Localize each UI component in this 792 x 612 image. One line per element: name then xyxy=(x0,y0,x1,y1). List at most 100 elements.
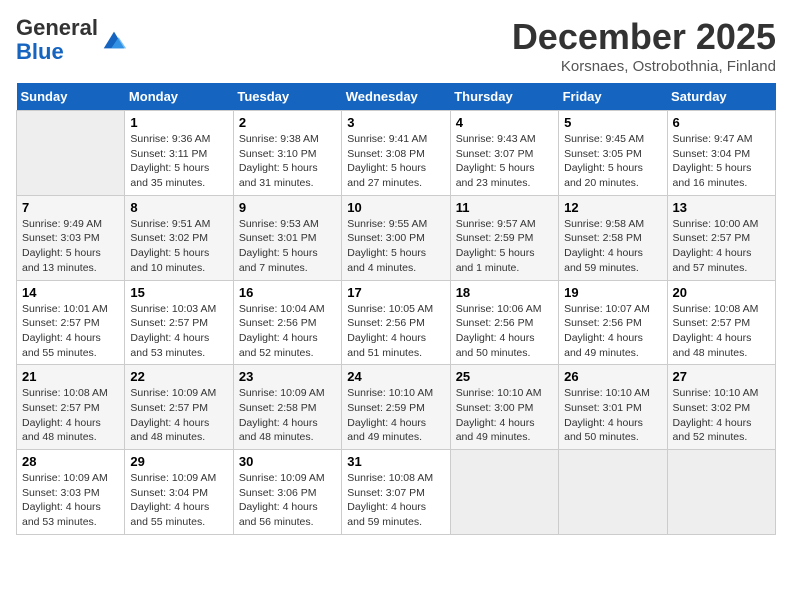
day-info: Sunrise: 10:01 AM Sunset: 2:57 PM Daylig… xyxy=(22,302,119,361)
day-info: Sunrise: 10:06 AM Sunset: 2:56 PM Daylig… xyxy=(456,302,553,361)
month-title: December 2025 xyxy=(512,16,776,58)
calendar-cell: 13 Sunrise: 10:00 AM Sunset: 2:57 PM Dayl… xyxy=(667,195,775,280)
weekday-header-row: SundayMondayTuesdayWednesdayThursdayFrid… xyxy=(17,83,776,111)
calendar-cell: 4Sunrise: 9:43 AM Sunset: 3:07 PM Daylig… xyxy=(450,111,558,196)
day-info: Sunrise: 9:47 AM Sunset: 3:04 PM Dayligh… xyxy=(673,132,770,191)
calendar-cell: 15 Sunrise: 10:03 AM Sunset: 2:57 PM Dayl… xyxy=(125,280,233,365)
day-number: 9 xyxy=(239,200,336,215)
calendar-cell: 20 Sunrise: 10:08 AM Sunset: 2:57 PM Dayl… xyxy=(667,280,775,365)
weekday-header-friday: Friday xyxy=(559,83,667,111)
calendar-cell: 31Sunrise: 10:08 AM Sunset: 3:07 PM Dayl… xyxy=(342,450,450,535)
calendar-week-5: 28Sunrise: 10:09 AM Sunset: 3:03 PM Dayl… xyxy=(17,450,776,535)
day-info: Sunrise: 10:07 AM Sunset: 2:56 PM Daylig… xyxy=(564,302,661,361)
day-number: 19 xyxy=(564,285,661,300)
calendar-cell: 18Sunrise: 10:06 AM Sunset: 2:56 PM Dayl… xyxy=(450,280,558,365)
day-info: Sunrise: 10:09 AM Sunset: 2:57 PM Daylig… xyxy=(130,386,227,445)
logo-icon xyxy=(100,26,128,54)
day-info: Sunrise: 9:51 AM Sunset: 3:02 PM Dayligh… xyxy=(130,217,227,276)
day-number: 5 xyxy=(564,115,661,130)
calendar-cell: 11 Sunrise: 9:57 AM Sunset: 2:59 PM Dayli… xyxy=(450,195,558,280)
calendar-cell: 9 Sunrise: 9:53 AM Sunset: 3:01 PM Daylig… xyxy=(233,195,341,280)
calendar-cell: 23 Sunrise: 10:09 AM Sunset: 2:58 PM Dayl… xyxy=(233,365,341,450)
calendar-cell: 10 Sunrise: 9:55 AM Sunset: 3:00 PM Dayli… xyxy=(342,195,450,280)
day-number: 14 xyxy=(22,285,119,300)
day-info: Sunrise: 10:08 AM Sunset: 2:57 PM Daylig… xyxy=(22,386,119,445)
day-info: Sunrise: 10:10 AM Sunset: 3:01 PM Daylig… xyxy=(564,386,661,445)
calendar-cell: 16Sunrise: 10:04 AM Sunset: 2:56 PM Dayl… xyxy=(233,280,341,365)
calendar-cell: 24Sunrise: 10:10 AM Sunset: 2:59 PM Dayl… xyxy=(342,365,450,450)
calendar-cell: 29 Sunrise: 10:09 AM Sunset: 3:04 PM Dayl… xyxy=(125,450,233,535)
day-info: Sunrise: 9:45 AM Sunset: 3:05 PM Dayligh… xyxy=(564,132,661,191)
day-number: 13 xyxy=(673,200,770,215)
calendar-cell: 12Sunrise: 9:58 AM Sunset: 2:58 PM Dayli… xyxy=(559,195,667,280)
day-number: 23 xyxy=(239,369,336,384)
day-info: Sunrise: 9:53 AM Sunset: 3:01 PM Dayligh… xyxy=(239,217,336,276)
calendar-cell: 25 Sunrise: 10:10 AM Sunset: 3:00 PM Dayl… xyxy=(450,365,558,450)
calendar-cell: 6 Sunrise: 9:47 AM Sunset: 3:04 PM Daylig… xyxy=(667,111,775,196)
day-info: Sunrise: 9:41 AM Sunset: 3:08 PM Dayligh… xyxy=(347,132,444,191)
weekday-header-sunday: Sunday xyxy=(17,83,125,111)
day-number: 24 xyxy=(347,369,444,384)
day-number: 2 xyxy=(239,115,336,130)
day-info: Sunrise: 9:57 AM Sunset: 2:59 PM Dayligh… xyxy=(456,217,553,276)
page-header: General Blue December 2025 Korsnaes, Ost… xyxy=(16,16,776,75)
day-number: 25 xyxy=(456,369,553,384)
day-number: 3 xyxy=(347,115,444,130)
calendar-cell xyxy=(667,450,775,535)
location: Korsnaes, Ostrobothnia, Finland xyxy=(512,58,776,75)
day-info: Sunrise: 10:04 AM Sunset: 2:56 PM Daylig… xyxy=(239,302,336,361)
logo-text: General Blue xyxy=(16,16,98,64)
calendar-cell: 26 Sunrise: 10:10 AM Sunset: 3:01 PM Dayl… xyxy=(559,365,667,450)
day-info: Sunrise: 9:36 AM Sunset: 3:11 PM Dayligh… xyxy=(130,132,227,191)
day-info: Sunrise: 10:00 AM Sunset: 2:57 PM Daylig… xyxy=(673,217,770,276)
calendar-cell: 30 Sunrise: 10:09 AM Sunset: 3:06 PM Dayl… xyxy=(233,450,341,535)
calendar-cell: 22 Sunrise: 10:09 AM Sunset: 2:57 PM Dayl… xyxy=(125,365,233,450)
weekday-header-saturday: Saturday xyxy=(667,83,775,111)
day-number: 10 xyxy=(347,200,444,215)
day-number: 1 xyxy=(130,115,227,130)
calendar-cell: 28Sunrise: 10:09 AM Sunset: 3:03 PM Dayl… xyxy=(17,450,125,535)
day-info: Sunrise: 10:08 AM Sunset: 2:57 PM Daylig… xyxy=(673,302,770,361)
calendar-cell: 27Sunrise: 10:10 AM Sunset: 3:02 PM Dayl… xyxy=(667,365,775,450)
calendar-cell: 14 Sunrise: 10:01 AM Sunset: 2:57 PM Dayl… xyxy=(17,280,125,365)
calendar-cell: 1 Sunrise: 9:36 AM Sunset: 3:11 PM Daylig… xyxy=(125,111,233,196)
calendar-cell: 21 Sunrise: 10:08 AM Sunset: 2:57 PM Dayl… xyxy=(17,365,125,450)
weekday-header-tuesday: Tuesday xyxy=(233,83,341,111)
day-info: Sunrise: 10:10 AM Sunset: 3:00 PM Daylig… xyxy=(456,386,553,445)
calendar-table: SundayMondayTuesdayWednesdayThursdayFrid… xyxy=(16,83,776,535)
day-info: Sunrise: 10:09 AM Sunset: 3:04 PM Daylig… xyxy=(130,471,227,530)
calendar-cell: 19 Sunrise: 10:07 AM Sunset: 2:56 PM Dayl… xyxy=(559,280,667,365)
day-number: 30 xyxy=(239,454,336,469)
day-info: Sunrise: 10:08 AM Sunset: 3:07 PM Daylig… xyxy=(347,471,444,530)
day-info: Sunrise: 9:38 AM Sunset: 3:10 PM Dayligh… xyxy=(239,132,336,191)
day-info: Sunrise: 9:55 AM Sunset: 3:00 PM Dayligh… xyxy=(347,217,444,276)
day-number: 26 xyxy=(564,369,661,384)
calendar-week-4: 21 Sunrise: 10:08 AM Sunset: 2:57 PM Dayl… xyxy=(17,365,776,450)
calendar-cell xyxy=(450,450,558,535)
calendar-cell: 5 Sunrise: 9:45 AM Sunset: 3:05 PM Daylig… xyxy=(559,111,667,196)
day-number: 7 xyxy=(22,200,119,215)
weekday-header-monday: Monday xyxy=(125,83,233,111)
calendar-week-3: 14 Sunrise: 10:01 AM Sunset: 2:57 PM Dayl… xyxy=(17,280,776,365)
day-number: 21 xyxy=(22,369,119,384)
day-info: Sunrise: 10:05 AM Sunset: 2:56 PM Daylig… xyxy=(347,302,444,361)
day-number: 11 xyxy=(456,200,553,215)
calendar-cell xyxy=(17,111,125,196)
calendar-cell: 17Sunrise: 10:05 AM Sunset: 2:56 PM Dayl… xyxy=(342,280,450,365)
day-number: 15 xyxy=(130,285,227,300)
day-info: Sunrise: 9:49 AM Sunset: 3:03 PM Dayligh… xyxy=(22,217,119,276)
weekday-header-thursday: Thursday xyxy=(450,83,558,111)
day-info: Sunrise: 10:09 AM Sunset: 3:06 PM Daylig… xyxy=(239,471,336,530)
day-info: Sunrise: 10:09 AM Sunset: 2:58 PM Daylig… xyxy=(239,386,336,445)
day-info: Sunrise: 10:03 AM Sunset: 2:57 PM Daylig… xyxy=(130,302,227,361)
calendar-cell: 8 Sunrise: 9:51 AM Sunset: 3:02 PM Daylig… xyxy=(125,195,233,280)
calendar-cell xyxy=(559,450,667,535)
day-number: 8 xyxy=(130,200,227,215)
day-number: 6 xyxy=(673,115,770,130)
calendar-cell: 2 Sunrise: 9:38 AM Sunset: 3:10 PM Daylig… xyxy=(233,111,341,196)
weekday-header-wednesday: Wednesday xyxy=(342,83,450,111)
day-number: 29 xyxy=(130,454,227,469)
day-number: 22 xyxy=(130,369,227,384)
day-number: 27 xyxy=(673,369,770,384)
day-number: 20 xyxy=(673,285,770,300)
